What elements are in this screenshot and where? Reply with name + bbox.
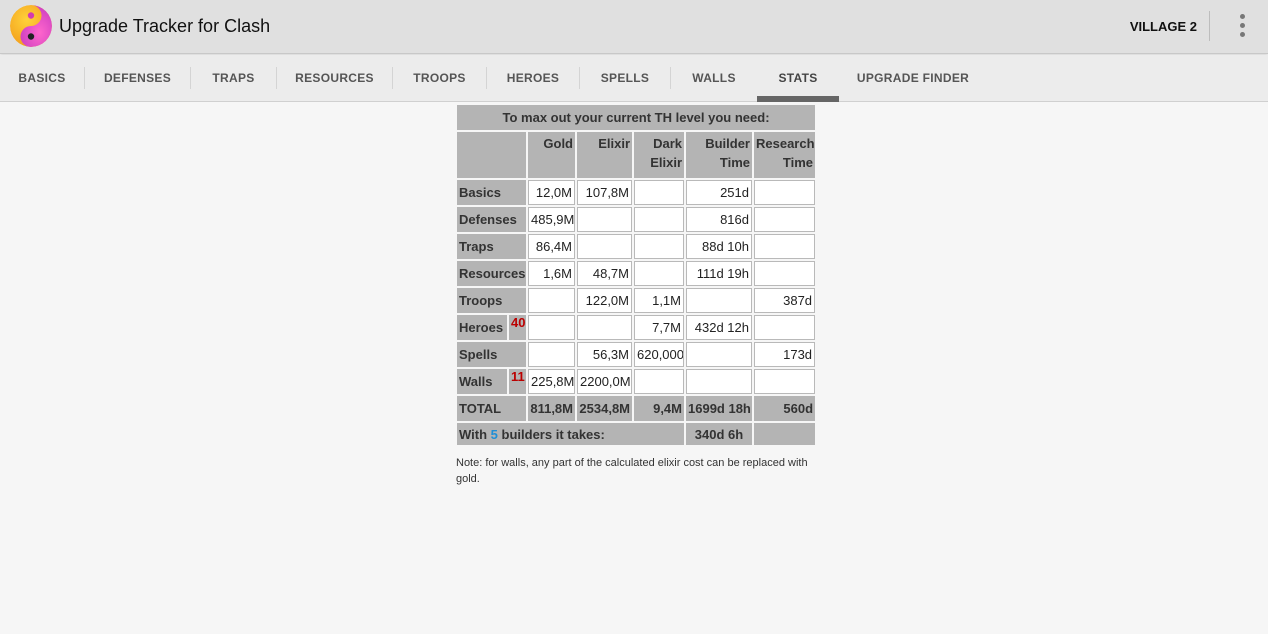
total-research-time: 560d	[754, 396, 816, 421]
research-time-cell	[754, 180, 816, 205]
tab-upgrade-finder[interactable]: UPGRADE FINDER	[840, 55, 986, 101]
total-dark-elixir: 9,4M	[634, 396, 684, 421]
builder-count: 5	[490, 426, 498, 442]
row-label: Heroes	[457, 315, 507, 340]
dark-elixir-cell	[634, 180, 684, 205]
stats-panel: To max out your current TH level you nee…	[456, 103, 816, 487]
elixir-cell: 122,0M	[577, 288, 632, 313]
gold-cell	[528, 315, 575, 340]
builders-label: With 5 builders it takes:	[457, 423, 684, 445]
row-label: Walls	[457, 369, 507, 394]
elixir-cell	[577, 234, 632, 259]
row-label: Defenses	[457, 207, 526, 232]
stats-table: To max out your current TH level you nee…	[455, 103, 817, 447]
research-time-cell	[754, 315, 816, 340]
total-label: TOTAL	[457, 396, 526, 421]
tab-stats[interactable]: STATS	[757, 55, 839, 102]
table-row: Troops 122,0M 1,1M 387d	[457, 288, 816, 313]
dark-elixir-cell	[634, 261, 684, 286]
tab-basics[interactable]: BASICS	[0, 55, 84, 101]
research-time-cell: 173d	[754, 342, 816, 367]
elixir-cell: 56,3M	[577, 342, 632, 367]
research-time-cell: 387d	[754, 288, 816, 313]
total-builder-time: 1699d 18h	[686, 396, 752, 421]
gold-cell: 485,9M	[528, 207, 575, 232]
builder-time-cell: 111d 19h	[686, 261, 752, 286]
elixir-cell: 107,8M	[577, 180, 632, 205]
pending-count-badge: 40	[509, 315, 526, 340]
table-row: Resources 1,6M 48,7M 111d 19h	[457, 261, 816, 286]
app-title: Upgrade Tracker for Clash	[59, 16, 271, 36]
row-label: Troops	[457, 288, 526, 313]
builders-empty	[754, 423, 816, 445]
header-gold: Gold	[528, 132, 575, 178]
stats-title: To max out your current TH level you nee…	[457, 105, 816, 130]
table-row: Traps 86,4M 88d 10h	[457, 234, 816, 259]
research-time-cell	[754, 234, 816, 259]
builder-time-cell	[686, 342, 752, 367]
tab-traps[interactable]: TRAPS	[191, 55, 276, 101]
gold-cell: 86,4M	[528, 234, 575, 259]
tab-walls[interactable]: WALLS	[671, 55, 757, 101]
pending-count-badge: 11	[509, 369, 526, 394]
dark-elixir-cell: 620,000	[634, 342, 684, 367]
row-label: Resources	[457, 261, 526, 286]
header-dark-elixir: Dark Elixir	[634, 132, 684, 178]
overflow-menu-icon[interactable]	[1236, 14, 1248, 40]
header-builder-time: Builder Time	[686, 132, 752, 178]
research-time-cell	[754, 207, 816, 232]
header-elixir: Elixir	[577, 132, 632, 178]
research-time-cell	[754, 261, 816, 286]
walls-note: Note: for walls, any part of the calcula…	[456, 457, 808, 485]
dark-elixir-cell: 1,1M	[634, 288, 684, 313]
total-gold: 811,8M	[528, 396, 575, 421]
dark-elixir-cell	[634, 234, 684, 259]
divider	[1209, 11, 1210, 41]
gold-cell	[528, 342, 575, 367]
tab-spells[interactable]: SPELLS	[580, 55, 670, 101]
header-research-time: Research Time	[754, 132, 816, 178]
gold-cell: 225,8M	[528, 369, 575, 394]
village-switch-button[interactable]: VILLAGE 2	[1130, 19, 1197, 34]
table-row: Heroes 40 7,7M 432d 12h	[457, 315, 816, 340]
builders-row: With 5 builders it takes: 340d 6h	[457, 423, 816, 445]
elixir-cell	[577, 207, 632, 232]
elixir-cell	[577, 315, 632, 340]
header-empty	[457, 132, 526, 178]
gold-cell: 12,0M	[528, 180, 575, 205]
app-bar: Upgrade Tracker for Clash VILLAGE 2	[0, 0, 1268, 54]
builder-time-cell: 432d 12h	[686, 315, 752, 340]
builder-time-cell: 251d	[686, 180, 752, 205]
row-label: Spells	[457, 342, 526, 367]
dark-elixir-cell: 7,7M	[634, 315, 684, 340]
tab-defenses[interactable]: DEFENSES	[85, 55, 190, 101]
tab-bar: BASICS DEFENSES TRAPS RESOURCES TROOPS H…	[0, 55, 1268, 102]
table-row: Walls 11 225,8M 2200,0M	[457, 369, 816, 394]
builder-time-cell	[686, 369, 752, 394]
dark-elixir-cell	[634, 369, 684, 394]
tab-resources[interactable]: RESOURCES	[277, 55, 392, 101]
research-time-cell	[754, 369, 816, 394]
gold-cell	[528, 288, 575, 313]
table-row: Basics 12,0M 107,8M 251d	[457, 180, 816, 205]
total-row: TOTAL 811,8M 2534,8M 9,4M 1699d 18h 560d	[457, 396, 816, 421]
dark-elixir-cell	[634, 207, 684, 232]
builder-time-cell	[686, 288, 752, 313]
total-elixir: 2534,8M	[577, 396, 632, 421]
tab-troops[interactable]: TROOPS	[393, 55, 486, 101]
row-label: Basics	[457, 180, 526, 205]
builder-time-cell: 88d 10h	[686, 234, 752, 259]
elixir-cell: 48,7M	[577, 261, 632, 286]
tab-heroes[interactable]: HEROES	[487, 55, 579, 101]
table-row: Defenses 485,9M 816d	[457, 207, 816, 232]
elixir-cell: 2200,0M	[577, 369, 632, 394]
app-logo-icon	[10, 5, 52, 47]
builders-time: 340d 6h	[686, 423, 752, 445]
gold-cell: 1,6M	[528, 261, 575, 286]
table-row: Spells 56,3M 620,000 173d	[457, 342, 816, 367]
builder-time-cell: 816d	[686, 207, 752, 232]
row-label: Traps	[457, 234, 526, 259]
